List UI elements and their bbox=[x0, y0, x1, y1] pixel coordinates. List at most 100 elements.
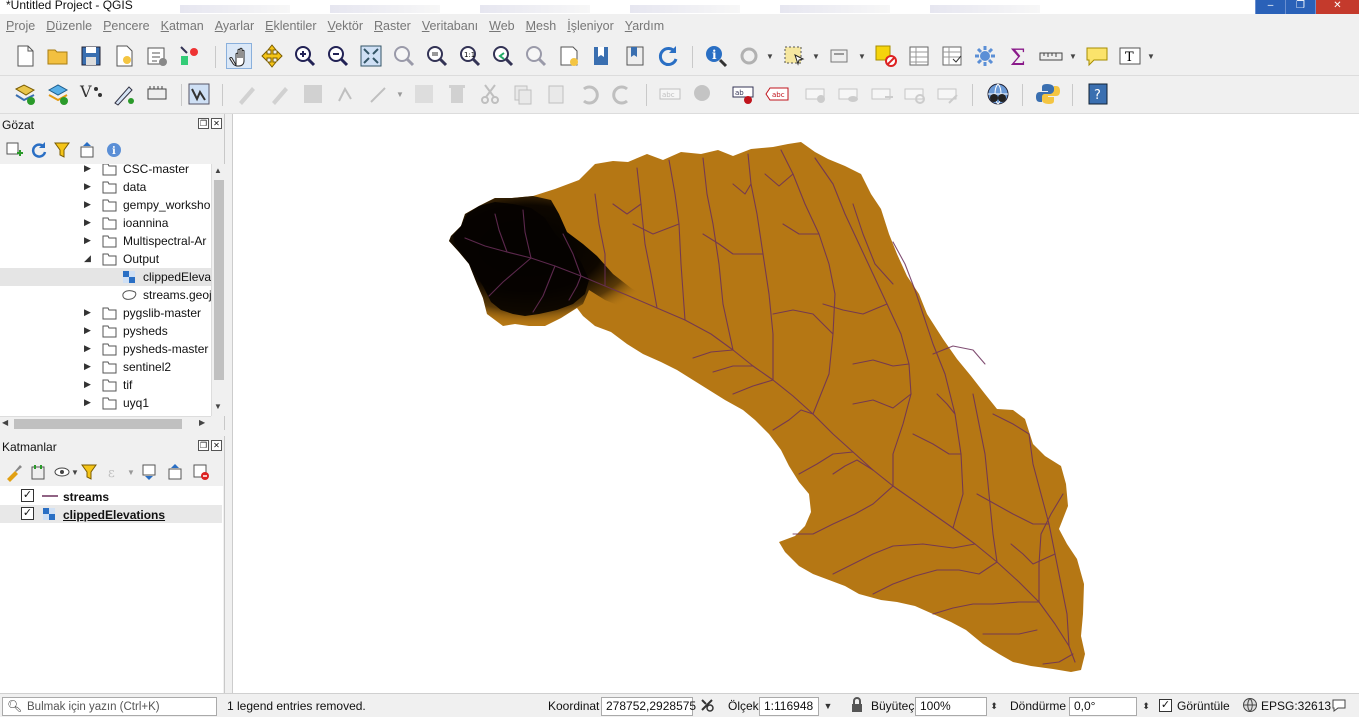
browser-vertical-scrollbar[interactable]: ▲ ▼ bbox=[211, 164, 225, 416]
zoom-full-icon[interactable] bbox=[358, 43, 384, 69]
toggle-editing-icon[interactable] bbox=[267, 81, 293, 107]
redo-icon[interactable] bbox=[609, 81, 635, 107]
menu-item-11[interactable]: Mesh bbox=[526, 19, 557, 33]
browser-item[interactable]: ▶ CSC-master bbox=[0, 164, 211, 178]
menu-item-1[interactable]: Proje bbox=[6, 19, 35, 33]
zoom-next-icon[interactable] bbox=[523, 43, 549, 69]
map-tips-icon[interactable] bbox=[1084, 43, 1110, 69]
rotation-field[interactable]: 0,0° bbox=[1069, 697, 1137, 716]
scale-field[interactable]: 1:116948 bbox=[759, 697, 819, 716]
identify-features-icon[interactable]: i bbox=[703, 43, 729, 69]
browser-item[interactable]: clippedElevat bbox=[0, 268, 211, 286]
lock-scale-icon[interactable] bbox=[850, 697, 864, 716]
vertex-tool-icon[interactable] bbox=[366, 81, 392, 107]
show-spatial-bookmarks-icon[interactable] bbox=[622, 43, 648, 69]
rotate-label-icon[interactable] bbox=[902, 81, 928, 107]
close-button[interactable]: ✕ bbox=[1315, 0, 1359, 14]
toggle-label-display-icon[interactable]: abc bbox=[764, 81, 790, 107]
layer-diagram-options-icon[interactable] bbox=[690, 81, 716, 107]
open-field-calculator-icon[interactable] bbox=[939, 43, 965, 69]
close-panel-icon[interactable]: ✕ bbox=[211, 440, 222, 451]
menu-item-7[interactable]: Vektör bbox=[328, 19, 363, 33]
change-label-icon[interactable] bbox=[935, 81, 961, 107]
layer-labeling-options-icon[interactable]: abc bbox=[657, 81, 683, 107]
save-project-icon[interactable] bbox=[78, 43, 104, 69]
help-icon[interactable]: ? bbox=[1085, 81, 1111, 107]
maximize-button[interactable]: ❐ bbox=[1285, 0, 1315, 14]
browser-item[interactable]: ▶ pysheds bbox=[0, 322, 211, 340]
browser-item[interactable]: ▶ sentinel2 bbox=[0, 358, 211, 376]
menu-item-12[interactable]: İşleniyor bbox=[567, 19, 614, 33]
collapsed-arrow-icon[interactable]: ▶ bbox=[84, 397, 91, 408]
add-raster-layer-icon[interactable] bbox=[45, 81, 71, 107]
python-console-icon[interactable] bbox=[1035, 81, 1061, 107]
new-print-layout-icon[interactable] bbox=[111, 43, 137, 69]
collapsed-arrow-icon[interactable]: ▶ bbox=[84, 343, 91, 354]
locator-search-input[interactable] bbox=[27, 699, 212, 714]
collapsed-arrow-icon[interactable]: ▶ bbox=[84, 361, 91, 372]
run-feature-action-icon[interactable] bbox=[736, 43, 762, 69]
coordinate-toggle-icon[interactable] bbox=[699, 697, 715, 716]
browser-item[interactable]: ◢ Output bbox=[0, 250, 211, 268]
filter-legend-icon[interactable] bbox=[79, 462, 99, 482]
close-panel-icon[interactable]: ✕ bbox=[211, 118, 222, 129]
add-delimited-text-layer-icon[interactable]: V bbox=[78, 81, 104, 107]
float-panel-icon[interactable]: ❐ bbox=[198, 440, 209, 451]
magnifier-field[interactable]: 100% bbox=[915, 697, 987, 716]
collapse-all-icon[interactable] bbox=[78, 140, 98, 160]
add-feature-icon[interactable] bbox=[333, 81, 359, 107]
minimize-button[interactable]: – bbox=[1255, 0, 1285, 14]
browser-item[interactable]: ▶ pygslib-master bbox=[0, 304, 211, 322]
digitize-layer-icon[interactable] bbox=[186, 81, 212, 107]
layer-row-clippedelevations[interactable]: ✓ clippedElevations bbox=[0, 505, 222, 523]
show-hide-labels-icon[interactable] bbox=[836, 81, 862, 107]
filter-by-expression-icon[interactable]: ε bbox=[105, 462, 125, 482]
browser-item[interactable]: ▶ data bbox=[0, 178, 211, 196]
menu-item-8[interactable]: Raster bbox=[374, 19, 411, 33]
collapsed-arrow-icon[interactable]: ▶ bbox=[84, 379, 91, 390]
open-layer-styling-icon[interactable] bbox=[4, 462, 24, 482]
undo-icon[interactable] bbox=[576, 81, 602, 107]
paste-features-icon[interactable] bbox=[543, 81, 569, 107]
coordinate-field[interactable]: 278752,2928575 bbox=[601, 697, 696, 716]
add-vector-layer-icon[interactable] bbox=[12, 81, 38, 107]
pan-to-selection-icon[interactable] bbox=[259, 43, 285, 69]
modify-attributes-icon[interactable] bbox=[411, 81, 437, 107]
select-features-icon[interactable] bbox=[781, 43, 807, 69]
zoom-last-icon[interactable] bbox=[490, 43, 516, 69]
float-panel-icon[interactable]: ❐ bbox=[198, 118, 209, 129]
browser-item[interactable]: ▶ gempy_worksho bbox=[0, 196, 211, 214]
menu-item-9[interactable]: Veritabanı bbox=[422, 19, 478, 33]
crs-globe-icon[interactable] bbox=[1242, 697, 1258, 716]
crs-label[interactable]: EPSG:32613 bbox=[1261, 699, 1331, 713]
zoom-to-layer-icon[interactable] bbox=[424, 43, 450, 69]
layer-visibility-checkbox[interactable]: ✓ bbox=[21, 507, 34, 520]
new-project-icon[interactable] bbox=[12, 43, 38, 69]
collapsed-arrow-icon[interactable]: ▶ bbox=[84, 235, 91, 246]
menu-item-10[interactable]: Web bbox=[489, 19, 514, 33]
remove-layer-icon[interactable] bbox=[191, 462, 211, 482]
open-attribute-table-icon[interactable] bbox=[906, 43, 932, 69]
move-label-icon[interactable] bbox=[869, 81, 895, 107]
browser-item[interactable]: ▶ ioannina bbox=[0, 214, 211, 232]
copy-features-icon[interactable] bbox=[510, 81, 536, 107]
save-layer-edits-icon[interactable] bbox=[300, 81, 326, 107]
cut-features-icon[interactable] bbox=[477, 81, 503, 107]
refresh-browser-icon[interactable] bbox=[28, 140, 48, 160]
pan-map-icon[interactable] bbox=[226, 43, 252, 69]
collapsed-arrow-icon[interactable]: ▶ bbox=[84, 181, 91, 192]
magnifier-spinner-icon[interactable]: ⬍ bbox=[987, 697, 1001, 716]
zoom-in-icon[interactable] bbox=[292, 43, 318, 69]
statistical-summary-icon[interactable]: Σ bbox=[1005, 43, 1031, 71]
browser-horizontal-scrollbar[interactable]: ◀ ▶ bbox=[0, 416, 211, 430]
refresh-icon[interactable] bbox=[655, 43, 681, 69]
browser-item[interactable]: ▶ tif bbox=[0, 376, 211, 394]
zoom-to-selection-icon[interactable] bbox=[391, 43, 417, 69]
browser-item[interactable]: streams.geoj bbox=[0, 286, 211, 304]
add-group-icon[interactable] bbox=[28, 462, 48, 482]
scale-dropdown-icon[interactable]: ▼ bbox=[821, 697, 835, 716]
highlight-pinned-labels-icon[interactable]: ab bbox=[731, 81, 757, 107]
expand-all-icon[interactable] bbox=[140, 462, 160, 482]
collapsed-arrow-icon[interactable]: ▶ bbox=[84, 164, 91, 174]
new-spatial-bookmark-icon[interactable] bbox=[589, 43, 615, 69]
